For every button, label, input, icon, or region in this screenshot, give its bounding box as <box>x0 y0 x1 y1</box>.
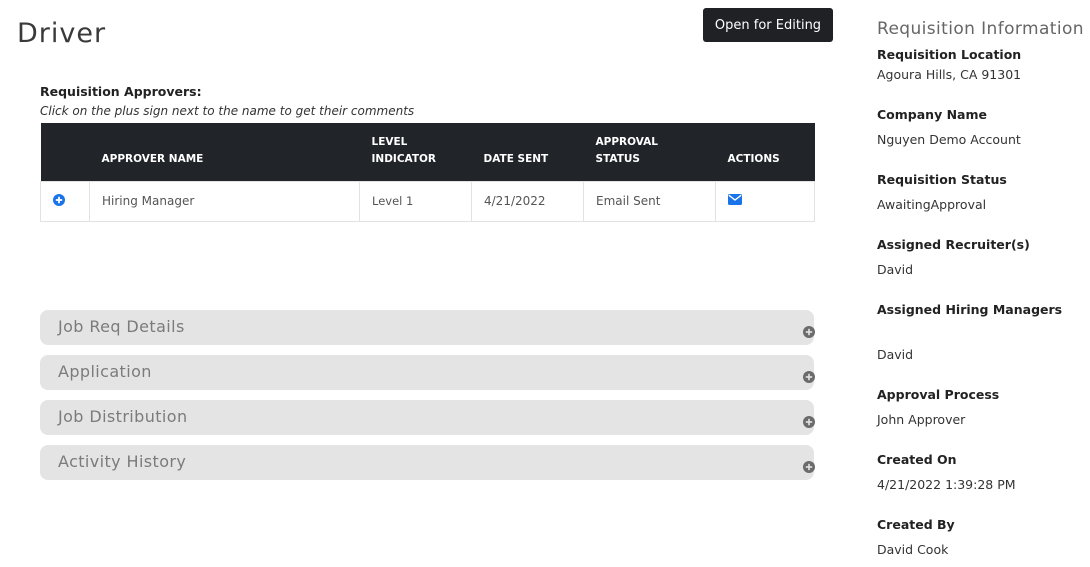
requisition-page: Driver Open for Editing Requisition Appr… <box>0 0 1090 567</box>
approvers-hint: Click on the plus sign next to the name … <box>40 104 415 118</box>
actions-cell <box>715 180 815 222</box>
approvers-title: Requisition Approvers: <box>40 84 202 99</box>
header-level-line2: INDICATOR <box>371 152 437 165</box>
info-label-location: Requisition Location <box>877 47 1022 62</box>
info-label-created-on: Created On <box>877 452 957 467</box>
section-application[interactable]: Application <box>40 355 815 390</box>
header-level-indicator: LEVEL INDICATOR <box>359 123 472 181</box>
section-label: Application <box>58 362 152 381</box>
page-title: Driver <box>17 18 107 49</box>
info-value-location: Agoura Hills, CA 91301 <box>877 67 1022 82</box>
open-for-editing-button[interactable]: Open for Editing <box>703 8 833 42</box>
plus-circle-icon[interactable] <box>53 193 65 206</box>
plus-circle-icon <box>803 368 815 383</box>
plus-circle-icon <box>803 413 815 428</box>
date-sent-cell: 4/21/2022 <box>471 180 584 222</box>
approvers-table: APPROVER NAME LEVEL INDICATOR DATE SENT … <box>40 123 815 222</box>
info-value-created-on: 4/21/2022 1:39:28 PM <box>877 477 1016 492</box>
status-cell: Email Sent <box>583 180 716 222</box>
requisition-info-heading: Requisition Information <box>877 19 1084 39</box>
info-label-created-by: Created By <box>877 517 955 532</box>
section-job-req-details[interactable]: Job Req Details <box>40 310 815 345</box>
approvers-table-header: APPROVER NAME LEVEL INDICATOR DATE SENT … <box>40 123 815 181</box>
info-label-recruiters: Assigned Recruiter(s) <box>877 237 1030 252</box>
info-value-hiring-managers: David <box>877 347 914 362</box>
header-approval-status: APPROVAL STATUS <box>583 123 716 181</box>
level-cell: Level 1 <box>359 180 472 222</box>
info-label-approval-process: Approval Process <box>877 387 1000 402</box>
expand-cell <box>40 180 90 222</box>
info-value-recruiters: David <box>877 262 914 277</box>
section-label: Activity History <box>58 452 187 471</box>
envelope-icon[interactable] <box>728 194 742 205</box>
approver-name-cell: Hiring Manager <box>89 180 360 222</box>
header-level-line1: LEVEL <box>371 135 408 148</box>
info-label-company: Company Name <box>877 107 987 122</box>
info-value-company: Nguyen Demo Account <box>877 132 1021 147</box>
info-value-approval-process: John Approver <box>877 412 966 427</box>
section-activity-history[interactable]: Activity History <box>40 445 815 480</box>
header-date-sent: DATE SENT <box>471 123 584 181</box>
section-job-distribution[interactable]: Job Distribution <box>40 400 815 435</box>
info-value-status: AwaitingApproval <box>877 197 987 212</box>
plus-circle-icon <box>803 458 815 473</box>
header-approver-name: APPROVER NAME <box>89 123 360 181</box>
plus-circle-icon <box>803 323 815 338</box>
info-label-hiring-managers: Assigned Hiring Managers <box>877 302 1063 317</box>
info-value-created-by: David Cook <box>877 542 949 557</box>
section-label: Job Distribution <box>58 407 188 426</box>
info-label-status: Requisition Status <box>877 172 1007 187</box>
section-label: Job Req Details <box>58 317 185 336</box>
header-expand <box>40 123 90 181</box>
table-row: Hiring Manager Level 1 4/21/2022 Email S… <box>40 180 815 222</box>
header-actions: ACTIONS <box>715 123 815 181</box>
